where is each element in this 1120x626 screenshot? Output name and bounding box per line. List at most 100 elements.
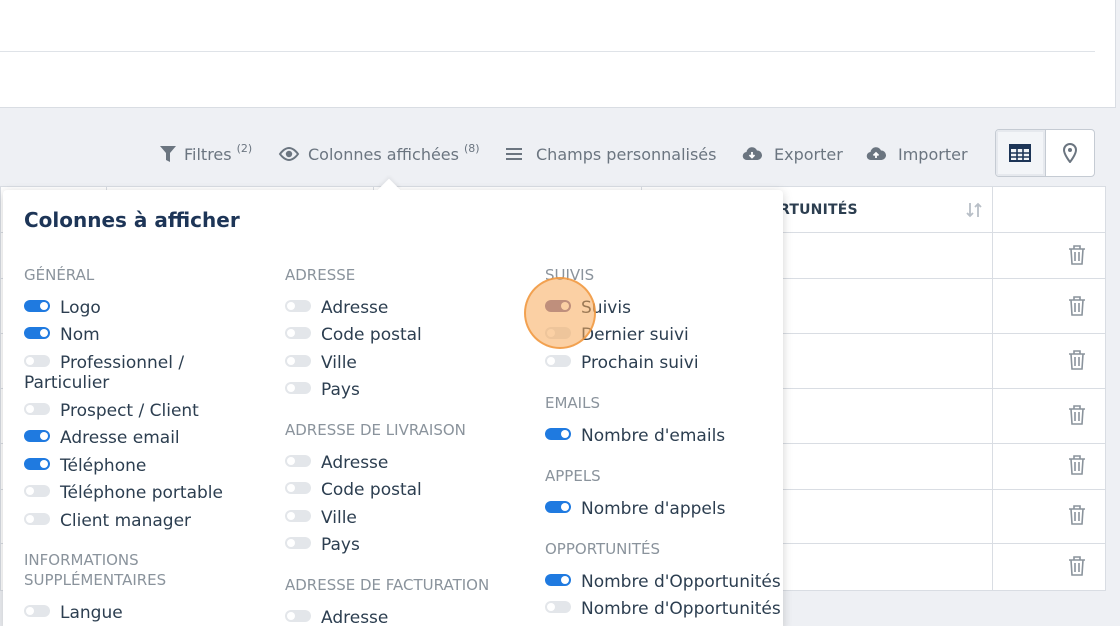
column-option-nombre-opportunites[interactable]: Nombre d'Opportunités bbox=[545, 572, 781, 592]
column-option-nom[interactable]: Nom bbox=[24, 325, 100, 345]
column-option-livraison-code-postal[interactable]: Code postal bbox=[285, 480, 422, 500]
toggle-switch[interactable] bbox=[285, 610, 311, 622]
columns-popover: Colonnes à afficher GÉNÉRAL Logo Nom Pro… bbox=[3, 178, 783, 626]
toggle-switch[interactable] bbox=[285, 482, 311, 494]
column-option-nombre-opportunites-2[interactable]: Nombre d'Opportunités bbox=[545, 599, 781, 619]
option-label: Code postal bbox=[321, 480, 422, 500]
column-option-portable[interactable]: Téléphone portable bbox=[24, 483, 223, 503]
import-label: Importer bbox=[898, 144, 968, 164]
group-title-appels: APPELS bbox=[545, 467, 601, 485]
toggle-switch[interactable] bbox=[24, 430, 50, 442]
option-label: Pays bbox=[321, 535, 360, 555]
option-label: Téléphone portable bbox=[60, 483, 223, 503]
column-option-ville[interactable]: Ville bbox=[285, 353, 357, 373]
column-option-pays[interactable]: Pays bbox=[285, 380, 360, 400]
trash-icon[interactable] bbox=[1067, 295, 1087, 317]
import-button[interactable]: Importer bbox=[866, 132, 968, 176]
group-title-adresse: ADRESSE bbox=[285, 266, 356, 284]
toggle-switch[interactable] bbox=[545, 428, 571, 440]
toggle-switch[interactable] bbox=[24, 485, 50, 497]
column-option-adresse[interactable]: Adresse bbox=[285, 298, 388, 318]
column-option-livraison-pays[interactable]: Pays bbox=[285, 535, 360, 555]
filter-icon bbox=[160, 146, 176, 162]
custom-fields-label: Champs personnalisés bbox=[536, 144, 717, 164]
custom-fields-button[interactable]: Champs personnalisés bbox=[506, 132, 716, 176]
toggle-switch[interactable] bbox=[545, 574, 571, 586]
column-option-professionnel[interactable]: Professionnel / Particulier bbox=[24, 353, 184, 393]
group-title-line: INFORMATIONS bbox=[24, 551, 139, 569]
column-option-livraison-ville[interactable]: Ville bbox=[285, 508, 357, 528]
popover-title: Colonnes à afficher bbox=[24, 208, 240, 232]
group-title-line: SUPPLÉMENTAIRES bbox=[24, 571, 167, 589]
column-option-prochain-suivi[interactable]: Prochain suivi bbox=[545, 353, 699, 373]
column-option-nombre-appels[interactable]: Nombre d'appels bbox=[545, 499, 725, 519]
group-title-infos: INFORMATIONS SUPPLÉMENTAIRES bbox=[24, 550, 166, 590]
toggle-switch[interactable] bbox=[545, 327, 571, 339]
popover-arrow bbox=[377, 178, 401, 202]
toggle-switch[interactable] bbox=[285, 327, 311, 339]
column-option-email[interactable]: Adresse email bbox=[24, 428, 180, 448]
option-label: Suivis bbox=[581, 298, 631, 318]
toggle-switch[interactable] bbox=[24, 513, 50, 525]
column-option-langue[interactable]: Langue bbox=[24, 603, 123, 623]
export-button[interactable]: Exporter bbox=[742, 132, 843, 176]
column-option-logo[interactable]: Logo bbox=[24, 298, 101, 318]
trash-icon[interactable] bbox=[1067, 349, 1087, 371]
trash-icon[interactable] bbox=[1067, 404, 1087, 426]
toggle-switch[interactable] bbox=[285, 537, 311, 549]
toggle-switch[interactable] bbox=[285, 455, 311, 467]
toggle-switch[interactable] bbox=[285, 382, 311, 394]
column-option-code-postal[interactable]: Code postal bbox=[285, 325, 422, 345]
toggle-switch[interactable] bbox=[24, 403, 50, 415]
column-option-prospect[interactable]: Prospect / Client bbox=[24, 401, 199, 421]
group-title-general: GÉNÉRAL bbox=[24, 266, 95, 284]
option-label: Ville bbox=[321, 508, 357, 528]
option-label: Nombre d'emails bbox=[581, 426, 726, 446]
column-option-client-manager[interactable]: Client manager bbox=[24, 511, 191, 531]
toggle-switch[interactable] bbox=[24, 355, 50, 367]
toggle-switch[interactable] bbox=[285, 355, 311, 367]
option-label: Prospect / Client bbox=[60, 401, 199, 421]
toggle-switch[interactable] bbox=[545, 501, 571, 513]
toggle-switch[interactable] bbox=[285, 510, 311, 522]
cloud-upload-icon bbox=[866, 147, 886, 161]
toggle-switch[interactable] bbox=[545, 355, 571, 367]
trash-icon[interactable] bbox=[1067, 244, 1087, 266]
option-label: Nom bbox=[60, 325, 100, 345]
column-option-telephone[interactable]: Téléphone bbox=[24, 456, 146, 476]
column-option-facturation-adresse[interactable]: Adresse bbox=[285, 608, 388, 626]
column-option-livraison-adresse[interactable]: Adresse bbox=[285, 453, 388, 473]
toggle-switch[interactable] bbox=[24, 458, 50, 470]
toggle-switch[interactable] bbox=[545, 601, 571, 613]
trash-icon[interactable] bbox=[1067, 504, 1087, 526]
option-label: Nombre d'Opportunités bbox=[581, 572, 781, 592]
column-option-nombre-emails[interactable]: Nombre d'emails bbox=[545, 426, 725, 446]
toggle-switch[interactable] bbox=[24, 300, 50, 312]
toggle-switch[interactable] bbox=[545, 300, 571, 312]
option-label: Ville bbox=[321, 353, 357, 373]
table-view-button[interactable] bbox=[996, 130, 1046, 176]
group-title-opportunites: OPPORTUNITÉS bbox=[545, 540, 660, 558]
option-label: Adresse bbox=[321, 453, 389, 473]
top-card bbox=[0, 0, 1116, 108]
toggle-switch[interactable] bbox=[285, 300, 311, 312]
trash-icon[interactable] bbox=[1067, 454, 1087, 476]
menu-lines-icon bbox=[506, 148, 522, 160]
opportunities-column-header[interactable]: RTUNITÉS bbox=[779, 187, 858, 233]
column-option-suivis[interactable]: Suivis bbox=[545, 298, 631, 318]
group-title-livraison: ADRESSE DE LIVRAISON bbox=[285, 421, 466, 439]
filters-label: Filtres bbox=[184, 144, 232, 164]
columns-count: (8) bbox=[463, 141, 480, 155]
option-label: Professionnel / bbox=[60, 353, 185, 373]
columns-button[interactable]: Colonnes affichées (8) bbox=[278, 132, 480, 176]
option-label: Dernier suivi bbox=[581, 325, 689, 345]
option-label: Adresse bbox=[321, 298, 389, 318]
column-option-dernier-suivi[interactable]: Dernier suivi bbox=[545, 325, 689, 345]
map-view-button[interactable] bbox=[1046, 130, 1095, 176]
sort-icon[interactable] bbox=[965, 201, 983, 219]
filters-button[interactable]: Filtres (2) bbox=[160, 132, 252, 176]
toggle-switch[interactable] bbox=[24, 327, 50, 339]
trash-icon[interactable] bbox=[1067, 555, 1087, 577]
eye-icon bbox=[278, 146, 300, 162]
toggle-switch[interactable] bbox=[24, 605, 50, 617]
